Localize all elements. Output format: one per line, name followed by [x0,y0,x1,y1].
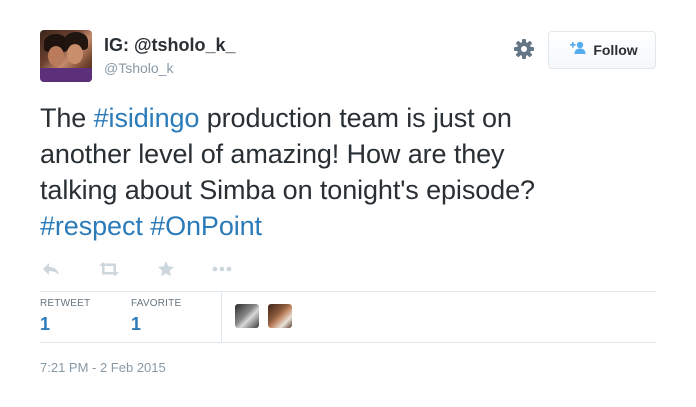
stats-bottom-divider [40,342,656,343]
author-handle[interactable]: @Tsholo_k [104,60,173,76]
favoriter-avatar[interactable] [268,304,292,328]
tweet-line-3: talking about Simba on tonight's episode… [40,175,535,205]
more-icon[interactable] [211,258,233,280]
tweet-line-1: The #isidingo production team is just on [40,100,660,136]
avatar-face-left [48,46,64,66]
favorite-icon[interactable] [155,258,177,280]
tweet-line-4: #respect #OnPoint [40,208,660,244]
favoriter-avatar[interactable] [235,304,259,328]
hashtag-link-isidingo[interactable]: #isidingo [94,103,200,133]
retweet-icon[interactable] [98,258,120,280]
add-user-icon [566,41,586,60]
tweet-text-segment: production team is just on [199,103,512,133]
avatar-shirt [40,68,92,82]
tweet-text-segment: The [40,103,94,133]
tweet-line-2: another level of amazing! How are they [40,139,505,169]
hashtag-link-respect[interactable]: #respect [40,211,143,241]
retweet-stat-label: RETWEET [40,298,91,309]
favorite-stat-label: FAVORITE [131,298,182,309]
tweet-actions [40,258,233,280]
follow-button[interactable]: Follow [548,31,656,69]
stats-vertical-divider [221,292,222,342]
author-display-name[interactable]: IG: @tsholo_k_ [104,35,236,56]
tweet-timestamp[interactable]: 7:21 PM - 2 Feb 2015 [40,360,166,375]
tweet-text: The #isidingo production team is just on… [40,100,660,244]
retweet-count: 1 [40,314,51,334]
tweet-card: IG: @tsholo_k_ @Tsholo_k Follow The #isi… [0,0,696,407]
favorite-stat[interactable]: FAVORITE 1 [131,298,181,335]
reply-icon[interactable] [40,258,62,280]
hashtag-link-onpoint[interactable]: #OnPoint [150,211,262,241]
stats-top-divider [40,291,656,292]
retweet-stat[interactable]: RETWEET 1 [40,298,90,335]
avatar-face-right [67,44,83,64]
author-avatar[interactable] [40,30,92,82]
gear-icon[interactable] [513,38,535,60]
follow-button-label: Follow [593,42,638,58]
favorite-count: 1 [131,314,142,334]
